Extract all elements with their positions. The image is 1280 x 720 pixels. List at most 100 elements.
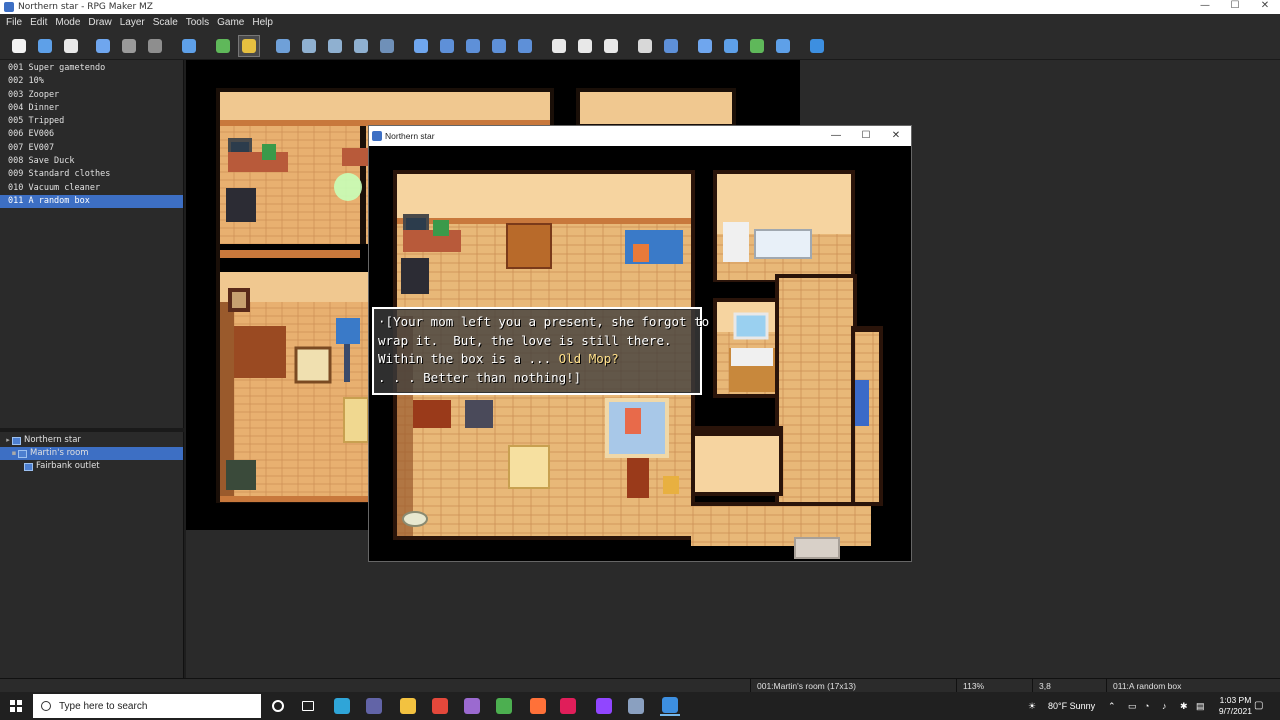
- slack-taskbar-button[interactable]: [558, 696, 578, 716]
- twitch-taskbar-button[interactable]: [594, 696, 614, 716]
- event-list-item[interactable]: 009 Standard clothes: [0, 168, 183, 181]
- language-icon[interactable]: ▤: [1196, 692, 1205, 720]
- undo-button[interactable]: [178, 35, 200, 57]
- event-list-item[interactable]: 001 Super gametendo: [0, 62, 183, 75]
- menu-help[interactable]: Help: [248, 14, 277, 32]
- zoom-out-button[interactable]: [574, 35, 596, 57]
- status-coords: 3,8: [1032, 679, 1106, 693]
- event-list-item[interactable]: 005 Tripped: [0, 115, 183, 128]
- layer-3-button[interactable]: [324, 35, 346, 57]
- file-explorer-taskbar-button[interactable]: [398, 696, 418, 716]
- layer-all-button[interactable]: [376, 35, 398, 57]
- taskbar-search[interactable]: [33, 694, 261, 718]
- database-button[interactable]: [634, 35, 656, 57]
- event-list-item[interactable]: 006 EV006: [0, 128, 183, 141]
- weather-text[interactable]: 80°F Sunny: [1048, 692, 1095, 720]
- bluetooth-icon[interactable]: ✱: [1180, 692, 1188, 720]
- rectangle-button[interactable]: [436, 35, 458, 57]
- message-line: Within the box is a ... Old Mop?: [378, 350, 696, 369]
- cut-button[interactable]: [92, 35, 114, 57]
- vscode-taskbar-button[interactable]: [660, 696, 680, 716]
- rpg-maker-taskbar-button[interactable]: [626, 696, 646, 716]
- layer-4-button[interactable]: [350, 35, 372, 57]
- paste-button[interactable]: [144, 35, 166, 57]
- close-button[interactable]: ✕: [1250, 0, 1280, 14]
- resource-manager-button[interactable]: [746, 35, 768, 57]
- taskbar-search-input[interactable]: [59, 700, 239, 712]
- event-list-item[interactable]: 003 Zooper: [0, 89, 183, 102]
- layer-1-button[interactable]: [272, 35, 294, 57]
- menu-file[interactable]: File: [2, 14, 26, 32]
- layer-2-button[interactable]: [298, 35, 320, 57]
- menu-game[interactable]: Game: [213, 14, 248, 32]
- copy-button[interactable]: [118, 35, 140, 57]
- zoom-in-button[interactable]: [548, 35, 570, 57]
- message-window[interactable]: ·[Your mom left you a present, she forgo…: [372, 307, 709, 395]
- weather-icon[interactable]: ☀: [1028, 692, 1036, 720]
- event-list-item[interactable]: 007 EV007: [0, 142, 183, 155]
- tree-toggle-icon[interactable]: ▪: [10, 447, 18, 460]
- fill-button[interactable]: [488, 35, 510, 57]
- new-project-button[interactable]: [8, 35, 30, 57]
- event-searcher-button[interactable]: [720, 35, 742, 57]
- network-icon[interactable]: ▭: [1128, 692, 1137, 720]
- rpg-maker-icon: [628, 698, 644, 714]
- volume-icon[interactable]: ♪: [1162, 692, 1167, 720]
- event-searcher-icon: [724, 39, 738, 53]
- maximize-button[interactable]: ☐: [1220, 0, 1250, 14]
- map-tree-node[interactable]: ▸ Northern star: [0, 434, 183, 447]
- ellipse-button[interactable]: [462, 35, 484, 57]
- plugin-manager-button[interactable]: [660, 35, 682, 57]
- teams-taskbar-button[interactable]: [364, 696, 384, 716]
- task-view-taskbar-button[interactable]: [298, 696, 318, 716]
- start-button[interactable]: [0, 692, 32, 720]
- event-list-item[interactable]: 008 Save Duck: [0, 155, 183, 168]
- sound-test-button[interactable]: [694, 35, 716, 57]
- playtest-button[interactable]: [806, 35, 828, 57]
- playtest-close-button[interactable]: ✕: [881, 126, 911, 146]
- event-list: 001 Super gametendo 002 10% 003 Zooper 004 …: [0, 60, 184, 428]
- app-green-taskbar-button[interactable]: [494, 696, 514, 716]
- event-list-item[interactable]: 011 A random box: [0, 194, 183, 209]
- menu-scale[interactable]: Scale: [149, 14, 182, 32]
- tree-toggle-icon[interactable]: ▸: [4, 434, 12, 447]
- menu-bar: File Edit Mode Draw Layer Scale Tools Game Help: [0, 14, 1280, 32]
- event-list-item[interactable]: 004 Dinner: [0, 102, 183, 115]
- event-mode-button[interactable]: [238, 35, 260, 57]
- menu-draw[interactable]: Draw: [84, 14, 115, 32]
- menu-tools[interactable]: Tools: [182, 14, 213, 32]
- open-project-button[interactable]: [34, 35, 56, 57]
- firefox-icon: [530, 698, 546, 714]
- menu-mode[interactable]: Mode: [51, 14, 84, 32]
- edge-taskbar-button[interactable]: [332, 696, 352, 716]
- layer-3-icon: [328, 39, 342, 53]
- firefox-taskbar-button[interactable]: [528, 696, 548, 716]
- map-mode-button[interactable]: [212, 35, 234, 57]
- wifi-icon[interactable]: ◔: [1144, 692, 1149, 720]
- zoom-reset-button[interactable]: [600, 35, 622, 57]
- message-text: wrap it. But, the love is still there.: [378, 332, 672, 348]
- message-text: Within the box is a ...: [378, 351, 559, 366]
- character-generator-button[interactable]: [772, 35, 794, 57]
- app-purple-taskbar-button[interactable]: [462, 696, 482, 716]
- playtest-minimize-button[interactable]: —: [821, 126, 851, 146]
- status-bar: 001:Martin's room (17x13) 113% 3,8 011:A…: [0, 678, 1280, 693]
- pencil-button[interactable]: [410, 35, 432, 57]
- map-tree-node[interactable]: Fairbank outlet: [0, 460, 183, 473]
- system-clock[interactable]: 1:03 PM 9/7/2021: [1219, 695, 1252, 717]
- shadow-pen-button[interactable]: [514, 35, 536, 57]
- chrome-taskbar-button[interactable]: [430, 696, 450, 716]
- cortana-taskbar-button[interactable]: [268, 696, 288, 716]
- notification-icon[interactable]: ▢: [1254, 692, 1263, 720]
- event-list-item[interactable]: 002 10%: [0, 75, 183, 88]
- map-tree-node[interactable]: ▪ Martin's room: [0, 447, 183, 460]
- status-map: 001:Martin's room (17x13): [750, 679, 956, 693]
- menu-layer[interactable]: Layer: [116, 14, 149, 32]
- tray-chevron-icon[interactable]: ⌃: [1108, 692, 1116, 720]
- minimize-button[interactable]: —: [1190, 0, 1220, 14]
- playtest-maximize-button[interactable]: ☐: [851, 126, 881, 146]
- event-list-item[interactable]: 010 Vacuum cleaner: [0, 182, 183, 195]
- menu-edit[interactable]: Edit: [26, 14, 51, 32]
- map-tree-label: Fairbank outlet: [36, 461, 100, 471]
- save-project-button[interactable]: [60, 35, 82, 57]
